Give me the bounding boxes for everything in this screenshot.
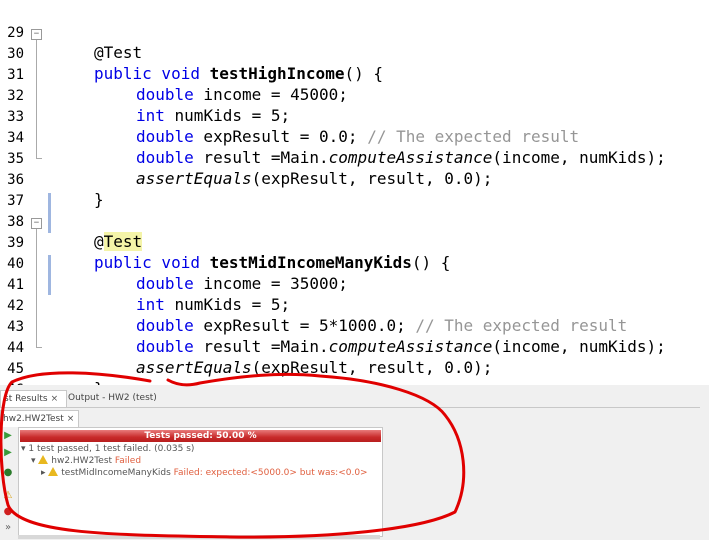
suite-row[interactable]: ▾ hw2.HW2Test Failed	[21, 455, 368, 467]
more-icon[interactable]: »	[2, 522, 14, 534]
panel-tab-bar: st Results × Output - HW2 (test)	[0, 387, 700, 408]
summary-row[interactable]: ▾ 1 test passed, 1 test failed. (0.035 s…	[21, 444, 368, 455]
code-editor[interactable]: 29 @Test 30 public void testHighIncome()…	[0, 0, 709, 399]
code-line-34[interactable]: 34 double result =Main.computeAssistance…	[0, 107, 709, 168]
results-toolbar: ▶ ▶ ● ⚠ ● »	[0, 427, 16, 540]
tab-output[interactable]: Output - HW2 (test)	[68, 390, 168, 406]
horizontal-scrollbar[interactable]	[18, 535, 380, 539]
code-line-41[interactable]: 41 int numKids = 5;	[0, 254, 709, 315]
code-line-46[interactable]: 46	[0, 359, 709, 398]
expand-icon[interactable]: ▸	[41, 468, 48, 478]
warning-icon	[48, 467, 59, 476]
code-line-33[interactable]: 33 double expResult = 0.0; // The expect…	[0, 86, 709, 147]
test-results-panel: st Results × Output - HW2 (test) hw2.HW2T…	[0, 385, 709, 540]
code-line-40[interactable]: 40 double income = 35000;	[0, 233, 709, 294]
code-line-31[interactable]: 31 double income = 45000;	[0, 44, 709, 105]
rerun-icon[interactable]: ▶	[2, 430, 14, 442]
fold-end-marker	[36, 347, 42, 348]
progress-bar: Tests passed: 50.00 %	[20, 430, 381, 442]
code-line-35[interactable]: 35 assertEquals(expResult, result, 0.0);	[0, 128, 709, 189]
code-line-30[interactable]: 30 public void testHighIncome() {	[0, 23, 709, 84]
code-line-43[interactable]: 43 double result =Main.computeAssistance…	[0, 296, 709, 357]
code-line-45[interactable]: 45 }	[0, 338, 709, 399]
code-line-29[interactable]: 29 @Test	[0, 2, 709, 63]
code-line-38[interactable]: 38 @Test	[0, 191, 709, 252]
close-icon[interactable]: ×	[51, 394, 59, 404]
results-subtab-bar: hw2.HW2Test ×	[0, 409, 700, 427]
change-marker	[48, 193, 51, 233]
warning-icon	[38, 455, 49, 464]
code-line-39[interactable]: 39 public void testMidIncomeManyKids() {	[0, 212, 709, 273]
code-line-37[interactable]: 37	[0, 170, 709, 209]
close-icon[interactable]: ×	[67, 414, 75, 424]
change-marker	[48, 255, 51, 295]
results-view[interactable]: Tests passed: 50.00 % ▾ 1 test passed, 1…	[18, 427, 383, 537]
code-line-42[interactable]: 42 double expResult = 5*1000.0; // The e…	[0, 275, 709, 336]
tab-test-results[interactable]: st Results ×	[0, 390, 67, 407]
error-filter-icon[interactable]: ●	[2, 506, 14, 518]
fold-line	[36, 229, 37, 347]
code-line-36[interactable]: 36 }	[0, 149, 709, 210]
results-tree[interactable]: ▾ 1 test passed, 1 test failed. (0.035 s…	[21, 444, 368, 479]
stop-icon[interactable]: ●	[2, 467, 14, 479]
warning-filter-icon[interactable]: ⚠	[2, 490, 14, 502]
fold-end-marker	[36, 158, 42, 159]
expand-icon[interactable]: ▾	[31, 456, 38, 466]
fold-toggle-icon[interactable]: −	[31, 29, 42, 40]
fold-toggle-icon[interactable]: −	[31, 218, 42, 229]
tab-hw2-test[interactable]: hw2.HW2Test ×	[0, 410, 79, 427]
fold-line	[36, 40, 37, 158]
code-line-44[interactable]: 44 assertEquals(expResult, result, 0.0);	[0, 317, 709, 378]
rerun-failed-icon[interactable]: ▶	[2, 447, 14, 459]
code-line-32[interactable]: 32 int numKids = 5;	[0, 65, 709, 126]
test-row[interactable]: ▸ testMidIncomeManyKids Failed: expected…	[21, 467, 368, 479]
